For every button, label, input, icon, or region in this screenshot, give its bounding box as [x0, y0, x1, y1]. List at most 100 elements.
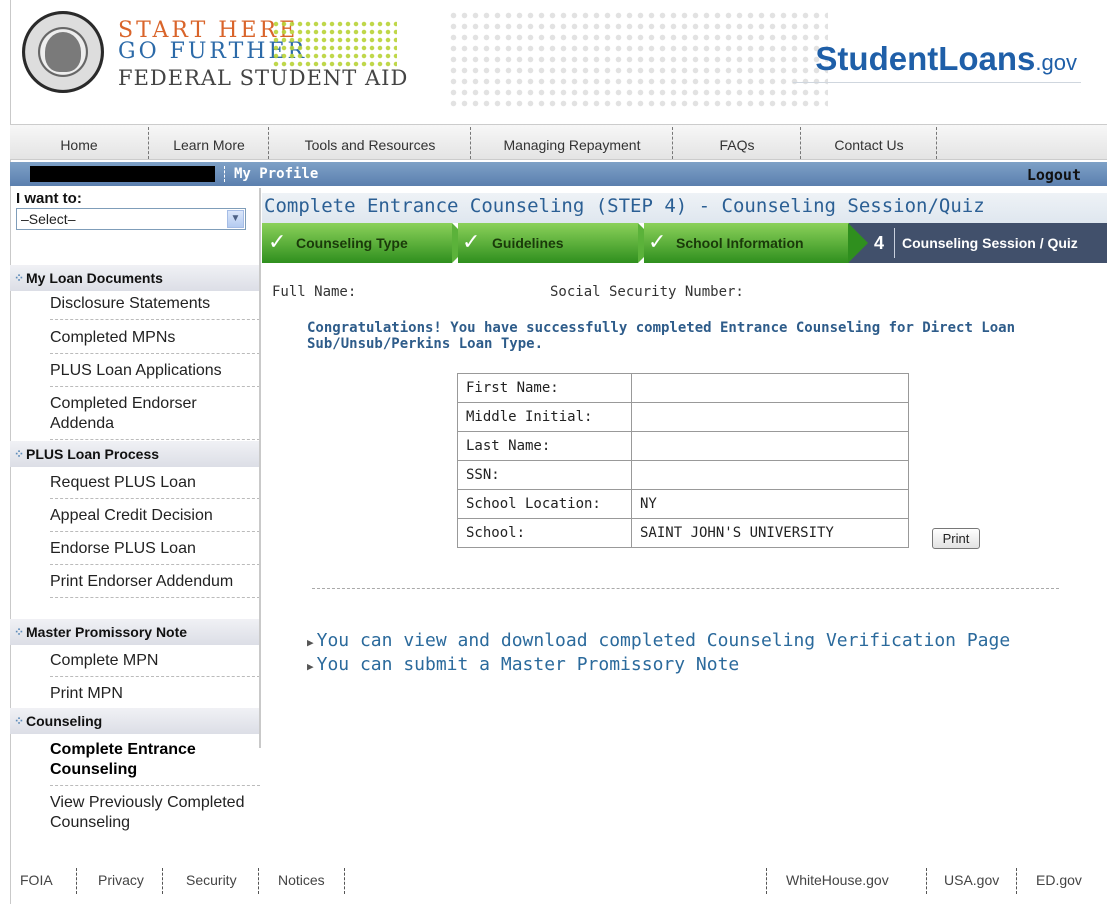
footer: FOIA Privacy Security Notices WhiteHouse…	[10, 868, 1107, 894]
sidebar-divider	[259, 188, 261, 748]
field-value	[631, 402, 909, 432]
submit-mpn-link[interactable]: ▶ You can submit a Master Promissory Note	[307, 654, 739, 675]
section-title: PLUS Loan Process	[26, 446, 160, 462]
footer-link-whitehouse[interactable]: WhiteHouse.gov	[786, 872, 889, 888]
footer-link-ed-gov[interactable]: ED.gov	[1036, 872, 1082, 888]
field-value	[631, 460, 909, 490]
sidebar-item-completed-mpns[interactable]: Completed MPNs	[50, 328, 260, 354]
footer-link-foia[interactable]: FOIA	[20, 872, 53, 888]
table-row: School: SAINT JOHN'S UNIVERSITY	[457, 518, 909, 548]
ssn-label: Social Security Number:	[550, 284, 744, 300]
sidebar-item-view-previously-completed-counseling[interactable]: View Previously Completed Counseling	[50, 793, 260, 838]
triangle-right-icon: ▶	[307, 636, 314, 649]
sidebar-item-request-plus-loan[interactable]: Request PLUS Loan	[50, 473, 260, 499]
section-title: Master Promissory Note	[26, 624, 188, 640]
footer-separator	[926, 868, 927, 894]
congratulations-message: Congratulations! You have successfully c…	[307, 320, 1016, 352]
nav-managing-repayment[interactable]: Managing Repayment	[472, 125, 672, 160]
step-counseling-type: Counseling Type	[296, 235, 408, 251]
full-name-label: Full Name:	[272, 284, 357, 300]
table-row: School Location: NY	[457, 489, 909, 519]
view-verification-page-link[interactable]: ▶ You can view and download completed Cou…	[307, 630, 1010, 651]
footer-separator	[76, 868, 77, 894]
nav-contact-us[interactable]: Contact Us	[802, 125, 936, 160]
header-dots-decoration	[448, 10, 828, 110]
sidebar-item-print-endorser-addendum[interactable]: Print Endorser Addendum	[50, 572, 260, 598]
section-my-loan-documents: ⁘ My Loan Documents	[10, 265, 260, 291]
triangle-right-icon: ▶	[307, 660, 314, 673]
field-value	[631, 373, 909, 403]
footer-link-security[interactable]: Security	[186, 872, 237, 888]
section-plus-loan-process: ⁘ PLUS Loan Process	[10, 441, 260, 467]
sidebar-item-plus-loan-applications[interactable]: PLUS Loan Applications	[50, 361, 260, 387]
table-row: Middle Initial:	[457, 402, 909, 432]
step-school-information: School Information	[676, 235, 804, 251]
brand-dots-graphic	[272, 20, 397, 70]
sidebar-item-appeal-credit-decision[interactable]: Appeal Credit Decision	[50, 506, 260, 532]
select-value: –Select–	[21, 211, 76, 227]
field-label: SSN:	[457, 460, 632, 490]
field-value	[631, 431, 909, 461]
field-label: First Name:	[457, 373, 632, 403]
sidebar-item-print-mpn[interactable]: Print MPN	[50, 684, 260, 710]
field-label: Middle Initial:	[457, 402, 632, 432]
link-text: You can view and download completed Coun…	[316, 630, 1011, 651]
department-seal-icon[interactable]	[22, 11, 104, 93]
checkmark-icon: ✓	[462, 230, 481, 255]
i-want-to-select[interactable]: –Select– ▼	[16, 208, 246, 230]
checkmark-icon: ✓	[648, 230, 667, 255]
checkmark-icon: ✓	[268, 230, 287, 255]
section-title: Counseling	[26, 713, 103, 729]
footer-link-usa-gov[interactable]: USA.gov	[944, 872, 999, 888]
page-title-bar: Complete Entrance Counseling (STEP 4) - …	[262, 193, 1107, 223]
footer-link-privacy[interactable]: Privacy	[98, 872, 144, 888]
print-button[interactable]: Print	[932, 528, 980, 549]
field-value: NY	[631, 489, 909, 519]
site-header: START HERE GO FURTHER FEDERAL STUDENT AI…	[0, 0, 1107, 904]
nav-tools-and-resources[interactable]: Tools and Resources	[270, 125, 470, 160]
footer-separator	[162, 868, 163, 894]
section-title: My Loan Documents	[26, 270, 163, 286]
main-divider	[312, 588, 1059, 589]
sidebar-item-complete-mpn[interactable]: Complete MPN	[50, 651, 260, 677]
profile-bar: My Profile Logout	[10, 162, 1107, 186]
footer-separator	[258, 868, 259, 894]
nav-learn-more[interactable]: Learn More	[150, 125, 268, 160]
field-label: Last Name:	[457, 431, 632, 461]
link-text: You can submit a Master Promissory Note	[316, 654, 740, 675]
field-label: School:	[457, 518, 632, 548]
step-arrow	[848, 223, 868, 263]
logout-link[interactable]: Logout	[1027, 166, 1081, 184]
i-want-to-label: I want to:	[16, 190, 82, 207]
my-profile-link[interactable]: My Profile	[234, 166, 318, 182]
sidebar-item-complete-entrance-counseling[interactable]: Complete Entrance Counseling	[50, 740, 260, 786]
sidebar-item-completed-endorser-addenda[interactable]: Completed Endorser Addenda	[50, 394, 260, 440]
step-separator	[894, 228, 895, 258]
page-title: Complete Entrance Counseling (STEP 4) - …	[264, 195, 985, 217]
progress-steps: ✓ Counseling Type ✓ Guidelines ✓ School …	[262, 223, 1107, 263]
section-counseling: ⁘ Counseling	[10, 708, 260, 734]
table-row: Last Name:	[457, 431, 909, 461]
footer-link-notices[interactable]: Notices	[278, 872, 325, 888]
profile-separator	[224, 166, 225, 182]
bullet-icon: ⁘	[14, 447, 25, 461]
counseling-info-table: First Name: Middle Initial: Last Name: S…	[457, 373, 909, 548]
table-row: SSN:	[457, 460, 909, 490]
footer-separator	[766, 868, 767, 894]
nav-home[interactable]: Home	[10, 125, 148, 160]
sidebar-item-disclosure-statements[interactable]: Disclosure Statements	[50, 294, 260, 320]
nav-separator	[800, 127, 801, 159]
redacted-username	[30, 166, 215, 182]
nav-separator	[672, 127, 673, 159]
site-logo[interactable]: StudentLoans.gov	[815, 40, 1077, 78]
sidebar: I want to: –Select– ▼ ⁘ My Loan Documents…	[10, 188, 260, 831]
chevron-down-icon[interactable]: ▼	[227, 210, 244, 228]
field-value: SAINT JOHN'S UNIVERSITY	[631, 518, 909, 548]
field-label: School Location:	[457, 489, 632, 519]
nav-faqs[interactable]: FAQs	[674, 125, 800, 160]
nav-separator	[470, 127, 471, 159]
site-tld-text: .gov	[1035, 50, 1077, 75]
sidebar-item-endorse-plus-loan[interactable]: Endorse PLUS Loan	[50, 539, 260, 565]
nav-separator	[148, 127, 149, 159]
site-logo-rule	[793, 82, 1081, 83]
